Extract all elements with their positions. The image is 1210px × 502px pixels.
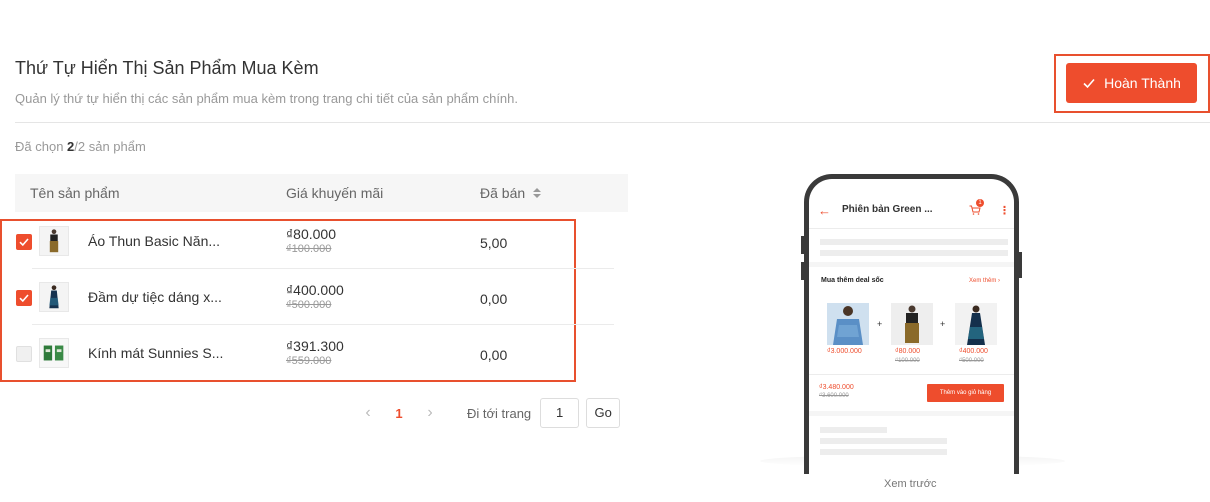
deal-product-image [891,303,933,345]
deal-product-original: ₫500.000 [959,358,984,364]
placeholder-bar [820,438,947,444]
table-row: Kính mát Sunnies S... ₫391.300 ₫559.000 … [2,333,574,389]
deal-product-image [955,303,997,345]
placeholder-bar [820,427,887,433]
product-price: ₫400.000 [286,282,344,298]
product-thumbnail [39,226,69,256]
check-icon [19,238,29,247]
selected-count: Đã chọn 2/2 sản phẩm [15,139,146,154]
done-button[interactable]: Hoàn Thành [1066,63,1197,103]
section-gap [809,262,1014,267]
row-divider [32,324,614,325]
phone-preview: ← Phiên bản Green ... 1 ⋮ Mua thêm deal … [804,174,1019,474]
table-header: Tên sản phẩm Giá khuyến mãi Đã bán [15,174,628,212]
product-thumbnail [39,338,69,368]
deal-title: Mua thêm deal sốc [821,277,884,284]
product-thumbnail [39,282,69,312]
product-rows-highlight: Áo Thun Basic Năn... ₫80.000 ₫100.000 5,… [0,219,614,382]
header-divider [15,122,1210,123]
add-to-cart-button: Thêm vào giỏ hàng [927,384,1004,402]
placeholder-bar [820,250,1008,256]
next-page-icon[interactable]: › [417,404,443,422]
done-button-highlight: Hoàn Thành [1054,54,1210,113]
row-checkbox[interactable] [16,290,32,306]
plus-icon: + [877,319,883,329]
go-button[interactable]: Go [586,398,621,428]
done-button-label: Hoàn Thành [1104,75,1181,91]
product-original-price: ₫559.000 [286,355,332,367]
product-original-price: ₫500.000 [286,299,332,311]
deal-product-original: ₫100.000 [895,358,920,364]
preview-label: Xem trước [884,478,937,490]
product-price: ₫391.300 [286,338,344,354]
cart-badge: 1 [976,199,984,207]
product-original-price: ₫100.000 [286,243,332,255]
prev-page-icon[interactable]: ‹ [355,404,381,422]
column-price: Giá khuyến mãi [286,185,384,201]
back-arrow-icon: ← [818,203,831,218]
deal-product-price: ₫80.000 [895,348,921,355]
section-gap [809,411,1014,416]
product-sold: 5,00 [480,235,508,251]
preview-divider [809,228,1014,229]
page-subtitle: Quản lý thứ tự hiển thị các sản phẩm mua… [15,91,519,106]
check-icon [1083,78,1095,89]
product-price: ₫80.000 [286,226,337,242]
see-more-link: Xem thêm › [969,278,1001,284]
placeholder-bar [820,449,947,455]
goto-page-input[interactable]: 1 [540,398,580,428]
goto-label: Đi tới trang [467,405,532,421]
preview-topbar: ← Phiên bản Green ... 1 ⋮ [809,179,1014,229]
deal-total: ₫3.480.000 [819,384,854,391]
page-header: Thứ Tự Hiển Thị Sản Phẩm Mua Kèm Quản lý… [15,58,518,106]
preview-divider [809,374,1014,375]
current-page[interactable]: 1 [381,406,417,421]
deal-product-image [827,303,869,345]
deal-total-original: ₫3.600.000 [819,393,849,399]
product-name: Đầm dự tiệc dáng x... [88,289,222,305]
plus-icon: + [940,319,946,329]
pagination: ‹ 1 › Đi tới trang 1 Go [355,398,621,428]
column-name: Tên sản phẩm [30,185,120,201]
deal-product-price: ₫3.000.000 [827,348,862,355]
preview-product-title: Phiên bản Green ... [842,204,933,215]
product-name: Áo Thun Basic Năn... [88,233,221,249]
product-name: Kính mát Sunnies S... [88,345,224,361]
row-divider [32,268,614,269]
check-icon [19,294,29,303]
product-sold: 0,00 [480,347,508,363]
more-icon: ⋮ [999,205,1010,217]
product-sold: 0,00 [480,291,508,307]
sort-icon[interactable] [533,188,542,198]
row-checkbox[interactable] [16,234,32,250]
deal-product-price: ₫400.000 [959,348,988,355]
column-sold[interactable]: Đã bán [480,185,542,201]
placeholder-bar [820,239,1008,245]
row-checkbox[interactable] [16,346,32,362]
page-title: Thứ Tự Hiển Thị Sản Phẩm Mua Kèm [15,58,319,78]
